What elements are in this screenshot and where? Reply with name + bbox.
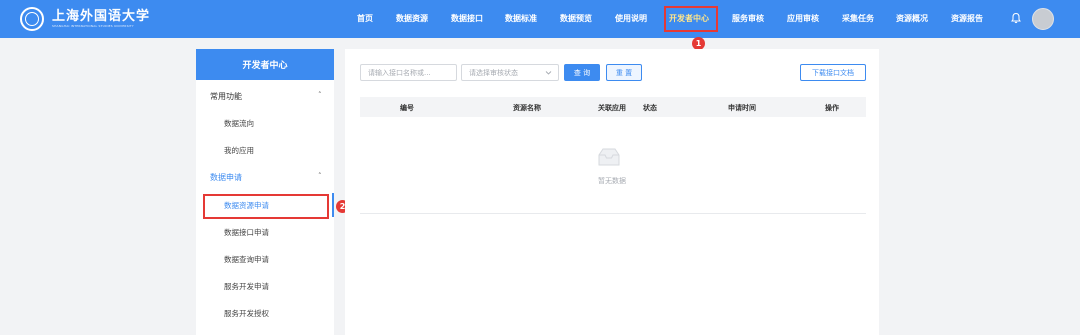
nav-resource-report[interactable]: 资源报告 <box>951 13 983 24</box>
nav-data-standards[interactable]: 数据标准 <box>505 13 537 24</box>
nav-data-interfaces[interactable]: 数据接口 <box>451 13 483 24</box>
university-logo[interactable]: 上海外国语大学 SHANGHAI INTERNATIONAL STUDIES U… <box>20 5 150 33</box>
sidebar-group-common[interactable]: 常用功能 <box>210 91 242 102</box>
empty-state-text: 暂无数据 <box>598 177 626 185</box>
sidebar-item-service-dev-application[interactable]: 服务开发申请 <box>224 281 269 292</box>
reset-button[interactable]: 重 置 <box>606 64 642 81</box>
sidebar-item-my-apps[interactable]: 我的应用 <box>224 145 254 156</box>
table-header: 编号 资源名称 关联应用 状态 申请时间 操作 <box>360 97 866 117</box>
logo-name-cn: 上海外国语大学 <box>52 9 151 24</box>
column-header-resource-name: 资源名称 <box>513 104 541 112</box>
chevron-down-icon <box>545 71 552 75</box>
sidebar-group-data-application[interactable]: 数据申请 <box>210 172 242 183</box>
top-navigation-bar: 上海外国语大学 SHANGHAI INTERNATIONAL STUDIES U… <box>0 0 1080 38</box>
bell-icon[interactable] <box>1010 12 1022 24</box>
nav-data-preview[interactable]: 数据预览 <box>560 13 592 24</box>
user-avatar[interactable] <box>1032 8 1054 30</box>
column-header-status: 状态 <box>643 104 657 112</box>
university-seal-icon <box>20 7 44 31</box>
nav-usage-guide[interactable]: 使用说明 <box>615 13 647 24</box>
empty-inbox-icon <box>598 148 620 166</box>
sidebar-title: 开发者中心 <box>196 49 334 80</box>
sidebar-item-query-application[interactable]: 数据查询申请 <box>224 254 269 265</box>
search-input[interactable]: 请输入接口名称或... <box>360 64 457 81</box>
annotation-highlight-nav <box>664 6 718 32</box>
nav-collection-tasks[interactable]: 采集任务 <box>842 13 874 24</box>
nav-resource-overview[interactable]: 资源概况 <box>896 13 928 24</box>
nav-home[interactable]: 首页 <box>357 13 373 24</box>
main-panel: 请输入接口名称或... 请选择审核状态 查 询 重 置 下载接口文档 编号 资源… <box>345 49 879 335</box>
nav-app-review[interactable]: 应用审核 <box>787 13 819 24</box>
column-header-id: 编号 <box>400 104 414 112</box>
chevron-up-icon[interactable]: ˄ <box>318 172 322 180</box>
annotation-highlight-sidebar <box>203 194 329 219</box>
column-header-linked-app: 关联应用 <box>598 104 626 112</box>
sidebar-active-indicator <box>332 193 334 217</box>
chevron-up-icon[interactable]: ˄ <box>318 91 322 99</box>
column-header-apply-time: 申请时间 <box>728 104 756 112</box>
sidebar-item-interface-application[interactable]: 数据接口申请 <box>224 227 269 238</box>
nav-data-resources[interactable]: 数据资源 <box>396 13 428 24</box>
sidebar: 开发者中心 常用功能 ˄ 数据流向 我的应用 数据申请 ˄ 数据资源申请 数据接… <box>196 49 334 335</box>
sidebar-item-service-dev-authorization[interactable]: 服务开发授权 <box>224 308 269 319</box>
table-bottom-divider <box>360 213 866 214</box>
status-select-placeholder: 请选择审核状态 <box>469 68 518 77</box>
query-button[interactable]: 查 询 <box>564 64 600 81</box>
logo-name-en: SHANGHAI INTERNATIONAL STUDIES UNIVERSIT… <box>52 24 134 28</box>
download-doc-button[interactable]: 下载接口文档 <box>800 64 866 81</box>
nav-service-review[interactable]: 服务审核 <box>732 13 764 24</box>
column-header-actions: 操作 <box>825 104 839 112</box>
sidebar-item-data-flow[interactable]: 数据流向 <box>224 118 254 129</box>
status-select[interactable]: 请选择审核状态 <box>461 64 559 81</box>
